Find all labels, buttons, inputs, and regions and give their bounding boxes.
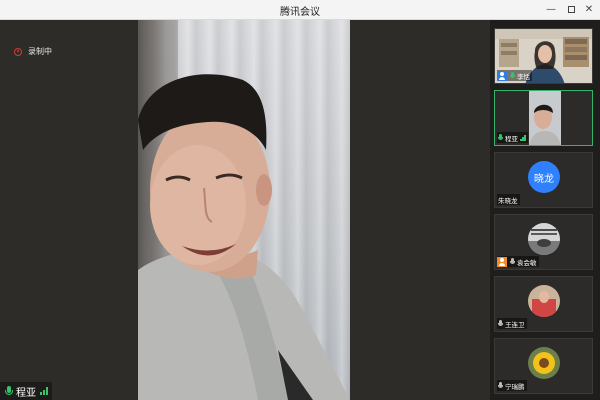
participant-nameplate: 袁会敏: [497, 256, 539, 267]
host-icon: [497, 256, 507, 267]
meeting-window: 腾讯会议 — ✕ 录制中 程亚 李恬 程亚 晓龙 朱晓龙 袁会敏 王连卫 宁瑞鹏: [0, 0, 600, 400]
record-icon: [14, 47, 22, 56]
main-speaker-name: 程亚: [16, 387, 36, 399]
mic-icon[interactable]: [509, 257, 516, 266]
participant-name: 李恬: [517, 72, 530, 81]
participant-sidebar: 李恬 程亚 晓龙 朱晓龙 袁会敏 王连卫 宁瑞鹏: [490, 20, 600, 400]
participant-name: 朱晓龙: [498, 196, 518, 205]
mic-icon[interactable]: [4, 385, 14, 397]
participant-name: 王连卫: [505, 320, 525, 329]
speaker-portrait: [138, 74, 350, 400]
mic-icon[interactable]: [509, 71, 516, 80]
participant-tile[interactable]: 袁会敏: [494, 214, 593, 270]
participant-tile[interactable]: 李恬: [494, 28, 593, 84]
participant-name: 宁瑞鹏: [505, 382, 525, 391]
avatar: 晓龙: [528, 161, 560, 193]
main-stage: 录制中 程亚: [0, 20, 490, 400]
main-speaker-nameplate: 程亚: [0, 382, 52, 400]
participant-nameplate: 宁瑞鹏: [497, 380, 527, 391]
participant-name: 程亚: [505, 134, 518, 143]
minimize-icon[interactable]: —: [544, 3, 558, 17]
host-icon: [497, 70, 507, 81]
mic-icon[interactable]: [497, 133, 504, 142]
mic-icon[interactable]: [497, 381, 504, 390]
maximize-icon[interactable]: [564, 3, 578, 17]
participant-tile-active[interactable]: 程亚: [494, 90, 593, 146]
avatar: [528, 285, 560, 317]
title-bar: 腾讯会议 — ✕: [0, 0, 600, 20]
mic-icon[interactable]: [497, 319, 504, 328]
signal-icon: [520, 134, 526, 141]
recording-indicator[interactable]: 录制中: [14, 46, 52, 57]
participant-name: 袁会敏: [517, 258, 537, 267]
avatar: [528, 223, 560, 255]
recording-label: 录制中: [28, 47, 52, 56]
participant-nameplate: 程亚: [497, 132, 528, 143]
participant-tile[interactable]: 王连卫: [494, 276, 593, 332]
avatar: [528, 347, 560, 379]
participant-nameplate: 朱晓龙: [497, 194, 520, 205]
participant-tile[interactable]: 宁瑞鹏: [494, 338, 593, 394]
main-video[interactable]: [138, 20, 350, 400]
participant-tile[interactable]: 晓龙 朱晓龙: [494, 152, 593, 208]
participant-nameplate: 李恬: [497, 70, 532, 81]
participant-nameplate: 王连卫: [497, 318, 527, 329]
signal-icon: [40, 387, 48, 395]
window-title: 腾讯会议: [280, 7, 320, 18]
close-icon[interactable]: ✕: [582, 3, 596, 17]
